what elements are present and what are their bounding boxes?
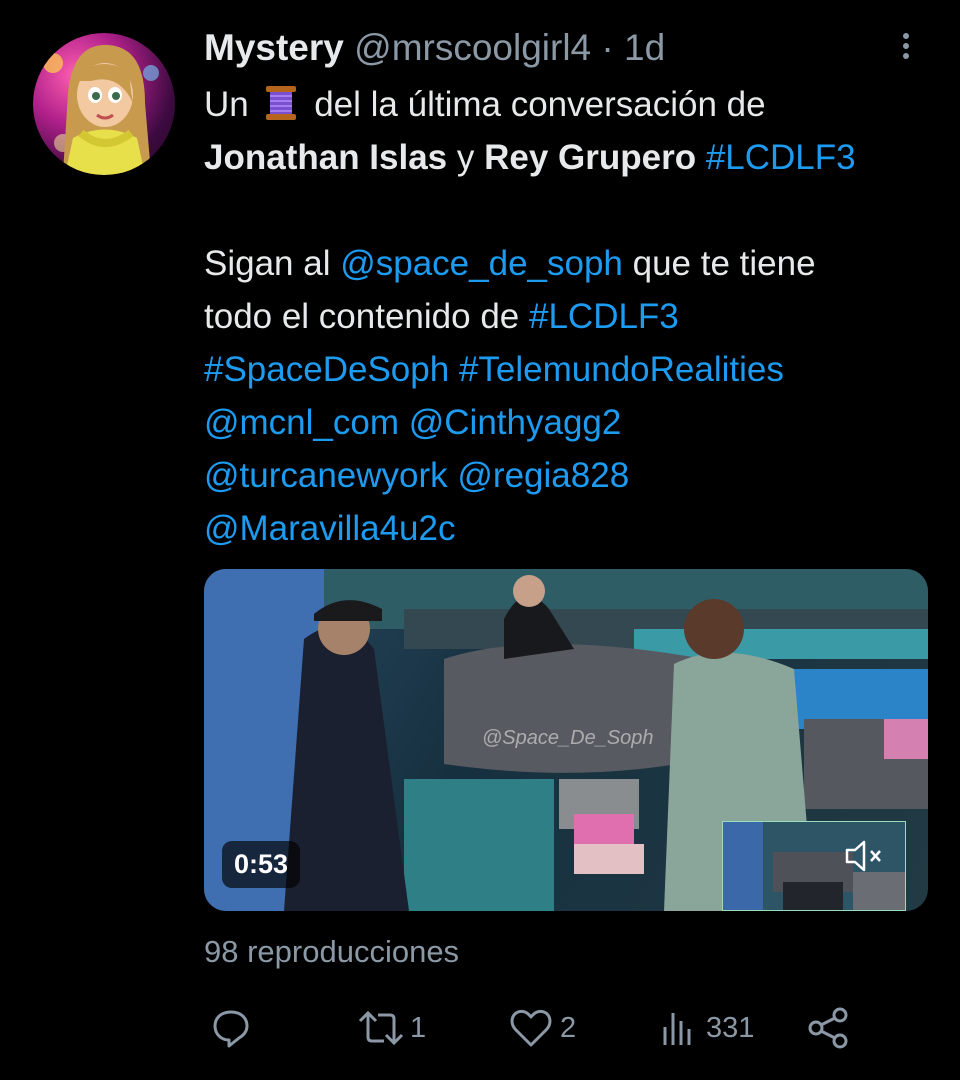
avatar-illustration — [43, 44, 159, 175]
paragraph-break — [204, 184, 944, 237]
author-name[interactable]: Mystery — [204, 27, 344, 68]
tweet-header: Mystery @mrscoolgirl4 · 1d — [204, 28, 665, 68]
hashtag-link[interactable]: #SpaceDeSoph — [204, 350, 449, 389]
tweet-timestamp[interactable]: 1d — [624, 27, 665, 68]
mention-link[interactable]: @space_de_soph — [340, 244, 623, 283]
share-icon — [806, 1006, 850, 1050]
text-segment: que te tiene — [622, 244, 816, 283]
author-avatar[interactable] — [33, 33, 175, 175]
like-count: 2 — [560, 1011, 577, 1044]
analytics-count: 331 — [706, 1011, 755, 1044]
more-options-icon[interactable] — [892, 30, 920, 70]
mentioned-name: Rey Grupero — [484, 138, 697, 177]
retweet-count: 1 — [410, 1011, 427, 1044]
text-segment: Un — [204, 85, 249, 124]
tweet-line-7: @turcanewyork @regia828 — [204, 449, 944, 502]
tweet-line-6: @mcnl_com @Cinthyagg2 — [204, 396, 944, 449]
video-watermark: @Space_De_Soph — [482, 727, 654, 749]
mentioned-name: Jonathan Islas — [204, 138, 448, 177]
heart-icon — [508, 1007, 554, 1049]
text-segment: y — [447, 138, 485, 177]
mention-link[interactable]: @regia828 — [457, 456, 629, 495]
reply-icon — [210, 1007, 252, 1049]
tweet-line-4: todo el contenido de #LCDLF3 — [204, 290, 944, 343]
hashtag-link[interactable]: #LCDLF3 — [529, 297, 679, 336]
video-duration-badge: 0:53 — [222, 841, 301, 888]
tweet-actions-bar: 1 2 331 — [0, 1000, 960, 1060]
reply-button[interactable] — [210, 1000, 252, 1056]
hashtag-link[interactable]: #LCDLF3 — [706, 138, 856, 177]
text-segment: Sigan al — [204, 244, 341, 283]
analytics-button[interactable]: 331 — [660, 1000, 754, 1056]
tweet-line-3: Sigan al @space_de_soph que te tiene — [204, 237, 944, 290]
mention-link[interactable]: @Cinthyagg2 — [409, 403, 622, 442]
speaker-muted-icon[interactable] — [844, 839, 884, 873]
tweet-line-5: #SpaceDeSoph #TelemundoRealities — [204, 343, 944, 396]
retweet-button[interactable]: 1 — [356, 1000, 426, 1056]
view-count: 98 reproducciones — [204, 934, 460, 969]
author-handle[interactable]: @mrscoolgirl4 — [354, 27, 591, 68]
tweet-line-8: @Maravilla4u2c — [204, 502, 944, 555]
video-player[interactable]: @Space_De_Soph 0:53 — [204, 569, 928, 911]
retweet-icon — [356, 1007, 406, 1049]
hashtag-link[interactable]: #TelemundoRealities — [459, 350, 784, 389]
thread-spool-emoji — [264, 84, 298, 122]
tweet-line-2: Jonathan Islas y Rey Grupero #LCDLF3 — [204, 131, 944, 184]
analytics-icon — [660, 1007, 700, 1049]
tweet-text: Un del la última conversación de Jonatha… — [204, 78, 944, 555]
mention-link[interactable]: @mcnl_com — [204, 403, 399, 442]
text-segment: del la última conversación de — [314, 85, 766, 124]
header-separator: · — [601, 27, 614, 68]
text-segment: todo el contenido de — [204, 297, 529, 336]
tweet-line-1: Un del la última conversación de — [204, 78, 944, 131]
mention-link[interactable]: @Maravilla4u2c — [204, 509, 455, 548]
like-button[interactable]: 2 — [508, 1000, 576, 1056]
mention-link[interactable]: @turcanewyork — [204, 456, 448, 495]
share-button[interactable] — [806, 1000, 850, 1056]
